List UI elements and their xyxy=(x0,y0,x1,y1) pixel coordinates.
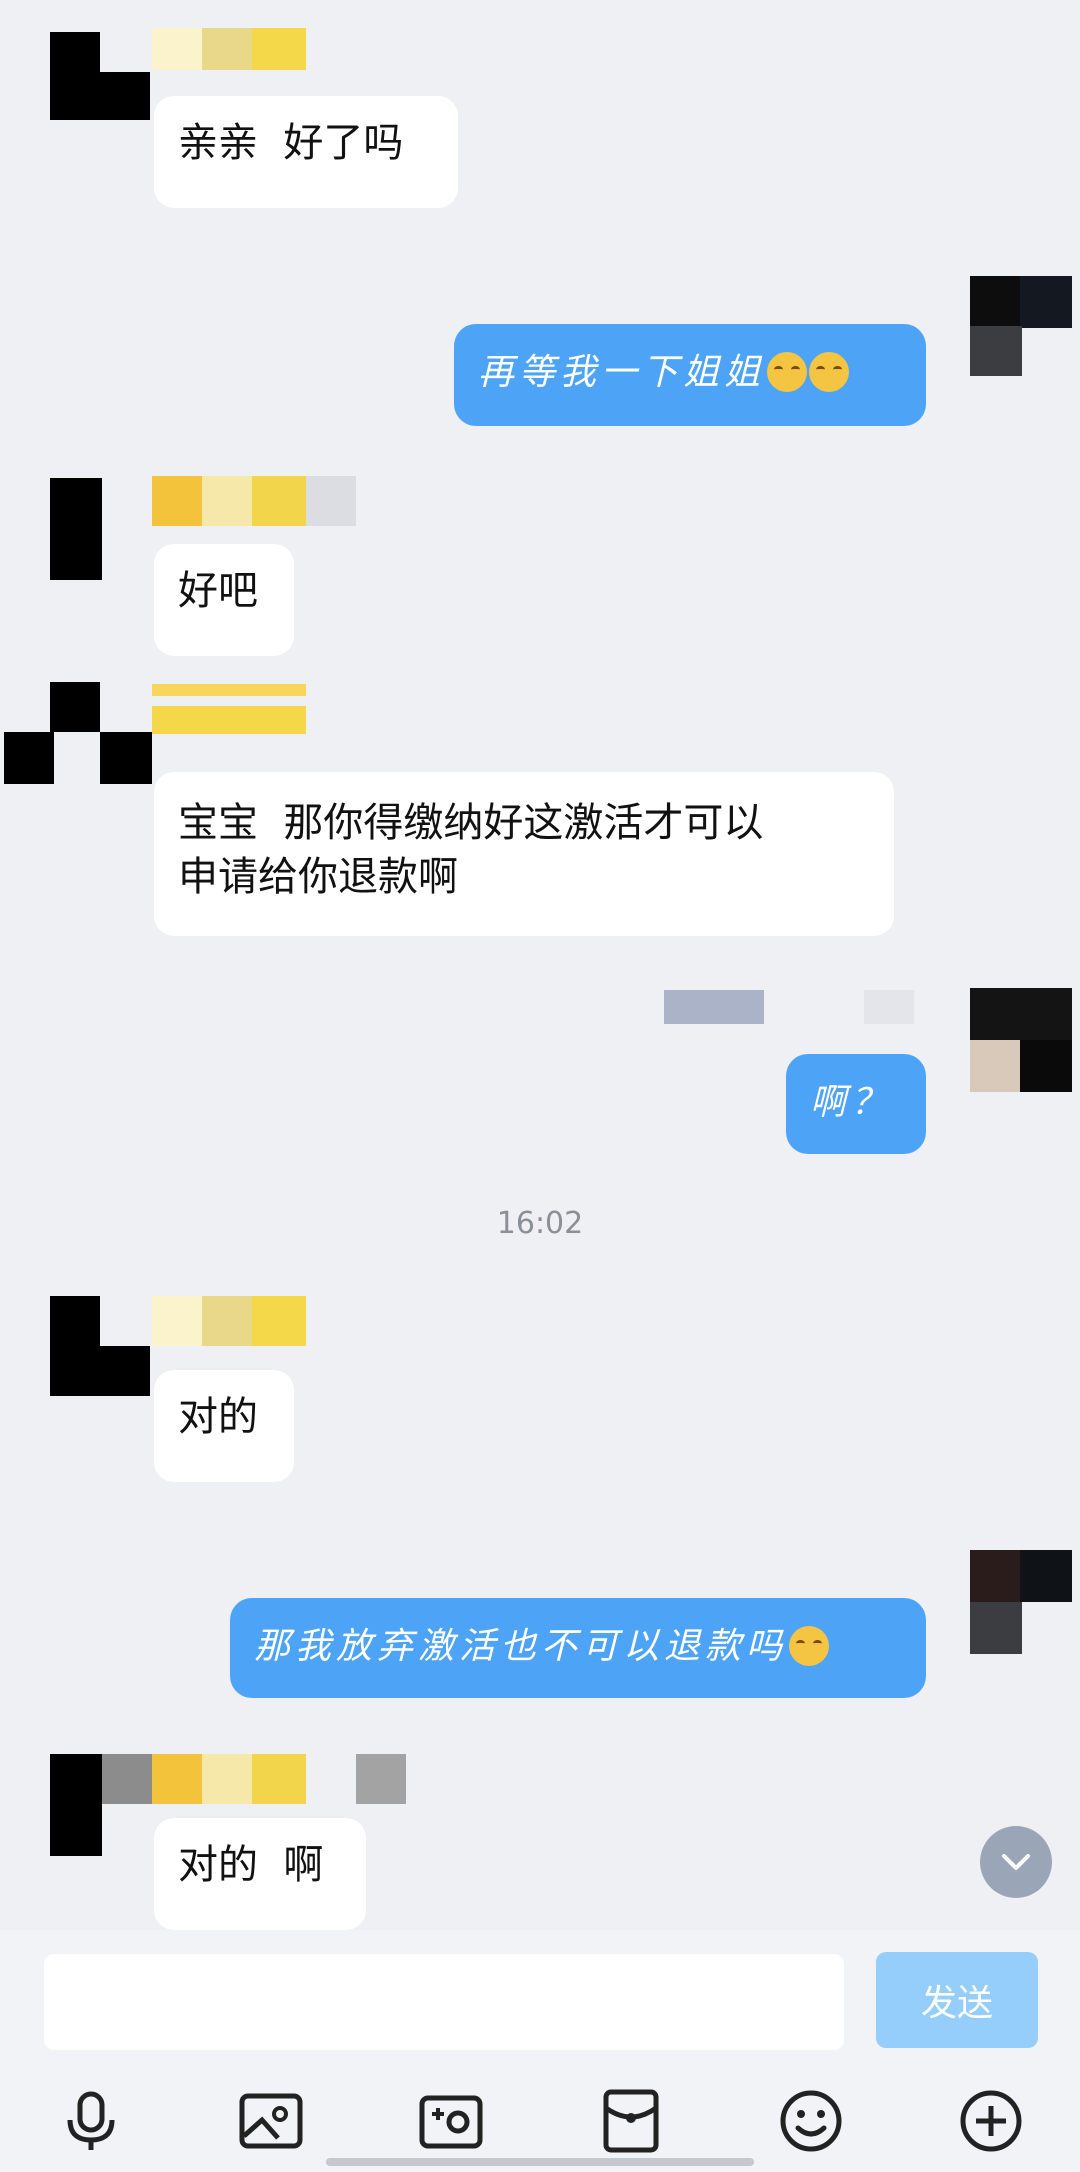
toolbar xyxy=(0,2070,1080,2172)
message-bubble[interactable]: 宝宝 那你得缴纳好这激活才可以 申请给你退款啊 xyxy=(154,772,894,936)
crying-laughing-emoji-icon xyxy=(809,352,850,392)
timestamp: 16:02 xyxy=(496,1206,584,1241)
plus-icon xyxy=(960,2090,1022,2152)
message-bubble[interactable]: 亲亲 好了吗 xyxy=(154,96,458,208)
camera-button[interactable] xyxy=(416,2086,486,2156)
chevron-down-icon xyxy=(1002,1854,1030,1870)
message-bubble[interactable]: 啊？ xyxy=(786,1054,926,1154)
message-bubble[interactable]: 再等我一下姐姐 xyxy=(454,324,926,426)
photo-button[interactable] xyxy=(236,2086,306,2156)
message-text: 再等我一下姐姐 xyxy=(478,352,766,393)
message-input[interactable] xyxy=(44,1954,844,2050)
message-text: 那我放弃激活也不可以退款吗 xyxy=(254,1626,788,1667)
more-button[interactable] xyxy=(956,2086,1026,2156)
microphone-icon xyxy=(67,2091,115,2150)
crying-laughing-emoji-icon xyxy=(789,1626,830,1666)
scroll-to-bottom-button[interactable] xyxy=(980,1826,1052,1898)
camera-icon xyxy=(419,2095,483,2149)
home-indicator[interactable] xyxy=(326,2158,754,2166)
red-packet-button[interactable] xyxy=(596,2086,666,2156)
crying-laughing-emoji-icon xyxy=(767,352,808,392)
message-bubble[interactable]: 对的 啊 xyxy=(154,1818,366,1930)
message-bubble[interactable]: 那我放弃激活也不可以退款吗 xyxy=(230,1598,926,1698)
message-bubble[interactable]: 对的 xyxy=(154,1370,294,1482)
message-bubble[interactable]: 好吧 xyxy=(154,544,294,656)
red-packet-icon xyxy=(603,2089,659,2153)
emoji-icon xyxy=(780,2090,842,2152)
image-icon xyxy=(239,2093,303,2149)
voice-button[interactable] xyxy=(56,2086,126,2156)
send-button[interactable]: 发送 xyxy=(876,1952,1038,2048)
emoji-button[interactable] xyxy=(776,2086,846,2156)
